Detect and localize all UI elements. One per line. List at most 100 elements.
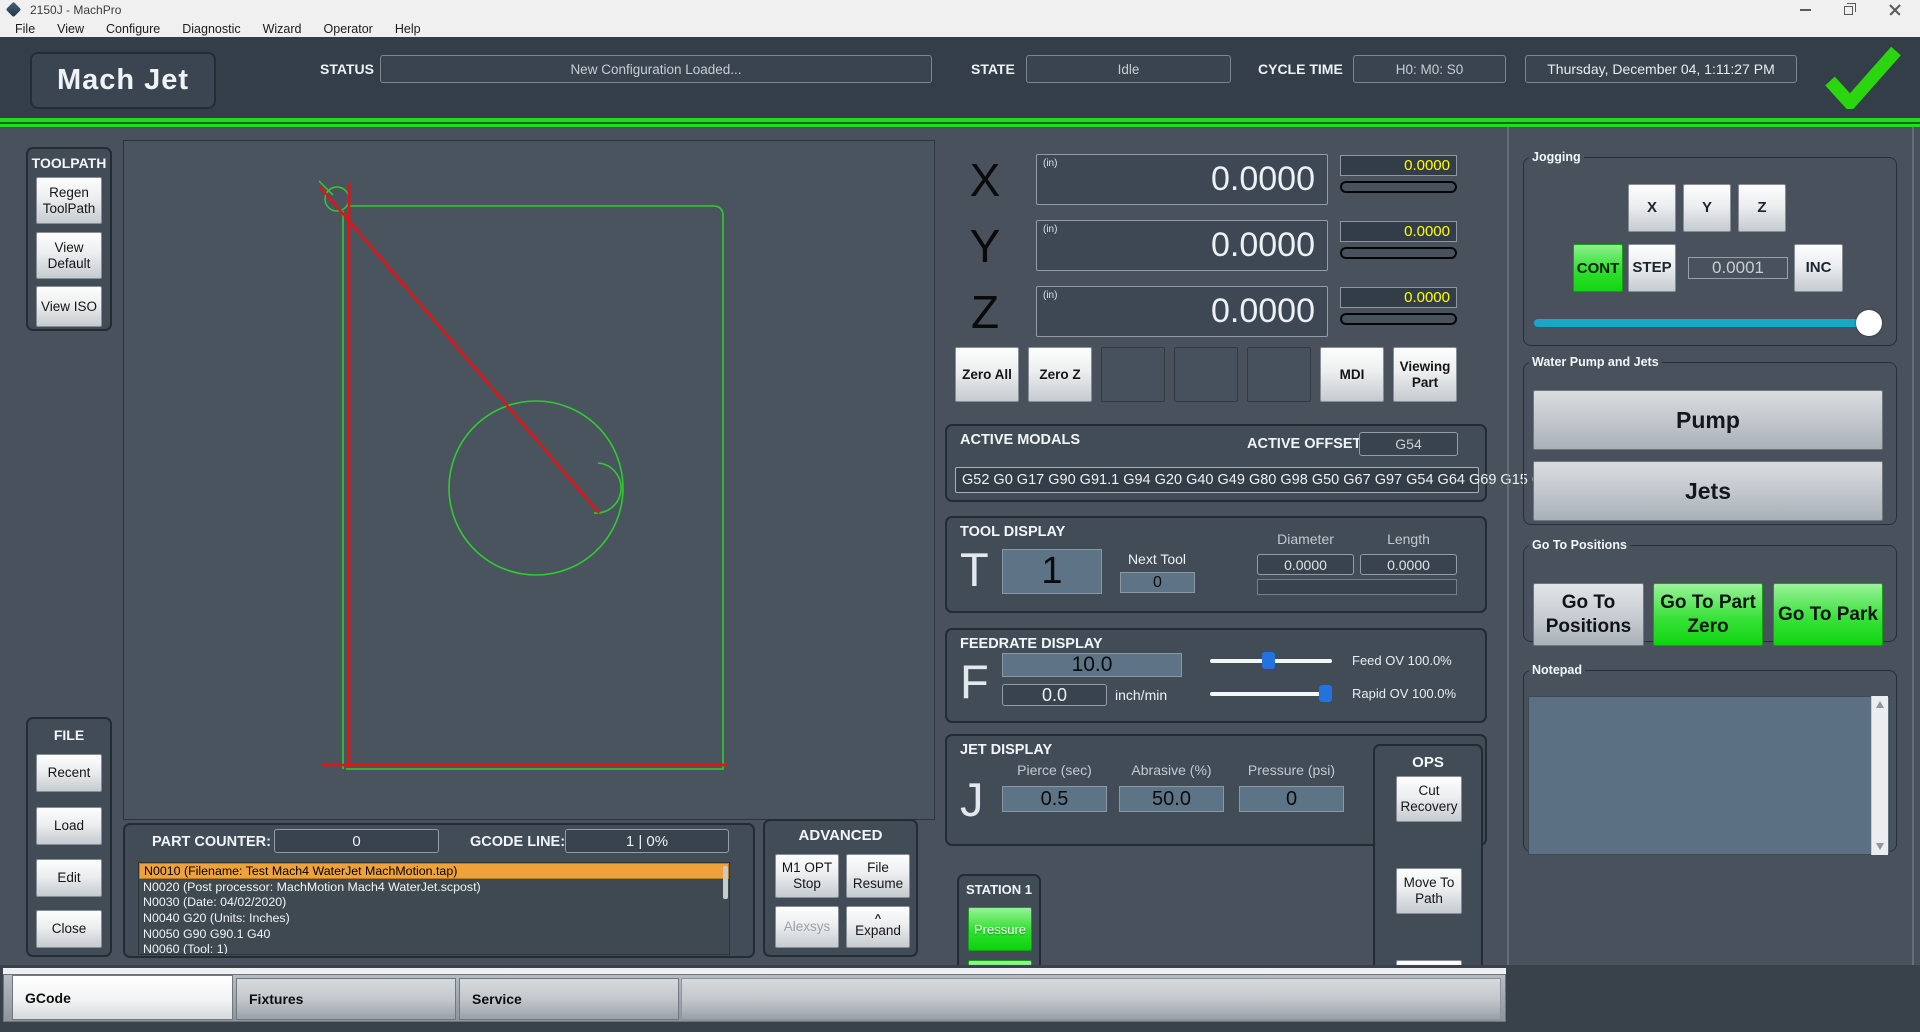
- expand-button[interactable]: ^ Expand: [846, 906, 910, 948]
- gcode-row[interactable]: N0020 (Post processor: MachMotion Mach4 …: [139, 879, 729, 895]
- menu-view[interactable]: View: [46, 20, 95, 37]
- view-default-button[interactable]: View Default: [36, 232, 102, 279]
- active-offset-label: ACTIVE OFFSET:: [1247, 436, 1365, 452]
- tool-display-panel: TOOL DISPLAY T 1 Next Tool 0 Diameter Le…: [945, 516, 1487, 613]
- mdi-button[interactable]: MDI: [1320, 347, 1384, 402]
- dtg-y: 0.0000: [1340, 221, 1457, 242]
- menu-help[interactable]: Help: [384, 20, 432, 37]
- jog-step-button[interactable]: STEP: [1628, 244, 1676, 292]
- file-close-button[interactable]: Close: [36, 910, 102, 948]
- pierce-label: Pierce (sec): [1002, 762, 1107, 778]
- feed-actual-value: 0.0: [1002, 684, 1107, 706]
- status-ok-check-icon: [1822, 45, 1902, 109]
- axis-z-label: Z: [955, 286, 1015, 337]
- status-label: STATUS: [320, 61, 374, 77]
- zero-all-button[interactable]: Zero All: [955, 347, 1019, 402]
- tool-description-box: [1257, 579, 1457, 595]
- menu-file[interactable]: File: [4, 20, 46, 37]
- green-divider: [0, 118, 1920, 127]
- minimize-button[interactable]: [1785, 0, 1825, 20]
- jog-increment-field[interactable]: 0.0001: [1688, 257, 1788, 279]
- m1-opt-stop-button[interactable]: M1 OPT Stop: [775, 854, 839, 898]
- jog-inc-button[interactable]: INC: [1794, 244, 1843, 292]
- pump-button[interactable]: Pump: [1533, 390, 1883, 450]
- gcode-line-label: GCODE LINE:: [470, 834, 565, 850]
- abrasive-value[interactable]: 50.0: [1119, 786, 1224, 812]
- jog-x-button[interactable]: X: [1628, 184, 1676, 232]
- jog-cont-button[interactable]: CONT: [1573, 244, 1623, 292]
- jog-y-button[interactable]: Y: [1683, 184, 1731, 232]
- regen-toolpath-button[interactable]: Regen ToolPath: [36, 177, 102, 224]
- dro-z[interactable]: (in) 0.0000: [1036, 286, 1328, 337]
- rapid-ov-label: Rapid OV 100.0%: [1352, 686, 1456, 701]
- current-tool-value[interactable]: 1: [1002, 549, 1102, 594]
- menu-wizard[interactable]: Wizard: [252, 20, 313, 37]
- cut-recovery-button[interactable]: Cut Recovery: [1396, 776, 1462, 822]
- goto-park-button[interactable]: Go To Park: [1773, 583, 1883, 646]
- move-to-path-button[interactable]: Move To Path: [1396, 868, 1462, 914]
- notepad-group: Notepad: [1523, 663, 1897, 852]
- gcode-row-current[interactable]: N0010 (Filename: Test Mach4 WaterJet Mac…: [139, 863, 729, 879]
- jog-z-button[interactable]: Z: [1738, 184, 1786, 232]
- dro-x-value: 0.0000: [1211, 155, 1315, 206]
- load-bar-z: [1340, 313, 1457, 325]
- gcode-listing[interactable]: N0010 (Filename: Test Mach4 WaterJet Mac…: [138, 862, 730, 955]
- tabbar-filler: [681, 978, 1501, 1020]
- notepad-textarea[interactable]: [1528, 696, 1890, 855]
- station-pressure-button[interactable]: Pressure: [968, 907, 1032, 951]
- menu-diagnostic[interactable]: Diagnostic: [171, 20, 251, 37]
- file-recent-button[interactable]: Recent: [36, 754, 102, 792]
- dro-z-value: 0.0000: [1211, 287, 1315, 338]
- tab-service[interactable]: Service: [459, 978, 679, 1020]
- menu-configure[interactable]: Configure: [95, 20, 171, 37]
- file-edit-button[interactable]: Edit: [36, 859, 102, 897]
- axis-y-label: Y: [955, 220, 1015, 271]
- cycle-time-value: H0: M0: S0: [1353, 55, 1506, 83]
- active-offset-value: G54: [1359, 432, 1458, 456]
- notepad-scrollbar[interactable]: [1871, 696, 1888, 855]
- ops-title: OPS: [1375, 754, 1481, 771]
- close-button[interactable]: [1872, 0, 1918, 20]
- tab-fixtures[interactable]: Fixtures: [236, 978, 456, 1020]
- advanced-panel: ADVANCED M1 OPT Stop File Resume Alexsys…: [763, 819, 918, 957]
- dro-x[interactable]: (in) 0.0000: [1036, 154, 1328, 205]
- dro-y-units: (in): [1043, 224, 1057, 235]
- length-label: Length: [1360, 531, 1457, 547]
- pierce-value[interactable]: 0.5: [1002, 786, 1107, 812]
- dro-z-units: (in): [1043, 290, 1057, 301]
- zero-z-button[interactable]: Zero Z: [1028, 347, 1092, 402]
- feed-commanded-value[interactable]: 10.0: [1002, 653, 1182, 677]
- scroll-up-icon[interactable]: [1876, 701, 1884, 708]
- viewing-part-button[interactable]: Viewing Part: [1393, 347, 1457, 402]
- dro-y[interactable]: (in) 0.0000: [1036, 220, 1328, 271]
- scroll-down-icon[interactable]: [1876, 843, 1884, 850]
- menu-operator[interactable]: Operator: [313, 20, 384, 37]
- jets-button[interactable]: Jets: [1533, 461, 1883, 521]
- gcode-scrollbar[interactable]: [723, 866, 728, 899]
- jog-speed-slider-handle[interactable]: [1856, 310, 1882, 336]
- blank-button-3: [1247, 347, 1311, 402]
- file-resume-button[interactable]: File Resume: [846, 854, 910, 898]
- jog-speed-slider-track[interactable]: [1534, 319, 1868, 327]
- rapid-ov-slider-handle[interactable]: [1319, 685, 1332, 702]
- toolpath-display[interactable]: [123, 140, 935, 820]
- part-counter-value[interactable]: 0: [274, 829, 439, 853]
- feedrate-panel: FEEDRATE DISPLAY F 10.0 0.0 inch/min Fee…: [945, 628, 1487, 723]
- tab-gcode[interactable]: GCode: [12, 975, 233, 1020]
- gcode-row[interactable]: N0040 G20 (Units: Inches): [139, 910, 729, 926]
- gcode-row[interactable]: N0050 G90 G90.1 G40: [139, 926, 729, 942]
- next-tool-value[interactable]: 0: [1120, 572, 1195, 593]
- rapid-ov-slider-track[interactable]: [1210, 692, 1332, 696]
- file-load-button[interactable]: Load: [36, 807, 102, 845]
- goto-positions-button[interactable]: Go To Positions: [1533, 583, 1644, 646]
- view-iso-button[interactable]: View ISO: [36, 286, 102, 327]
- window-title: 2150J - MachPro: [30, 3, 121, 17]
- feed-ov-slider-handle[interactable]: [1262, 652, 1275, 669]
- gcode-row[interactable]: N0060 (Tool: 1): [139, 941, 729, 955]
- gcode-row[interactable]: N0030 (Date: 04/02/2020): [139, 894, 729, 910]
- toolpath-rapid-diagonal: [320, 187, 599, 513]
- goto-part-zero-button[interactable]: Go To Part Zero: [1653, 583, 1763, 646]
- pressure-value[interactable]: 0: [1239, 786, 1344, 812]
- toolpath-circle: [449, 401, 623, 575]
- restore-button[interactable]: [1828, 0, 1868, 20]
